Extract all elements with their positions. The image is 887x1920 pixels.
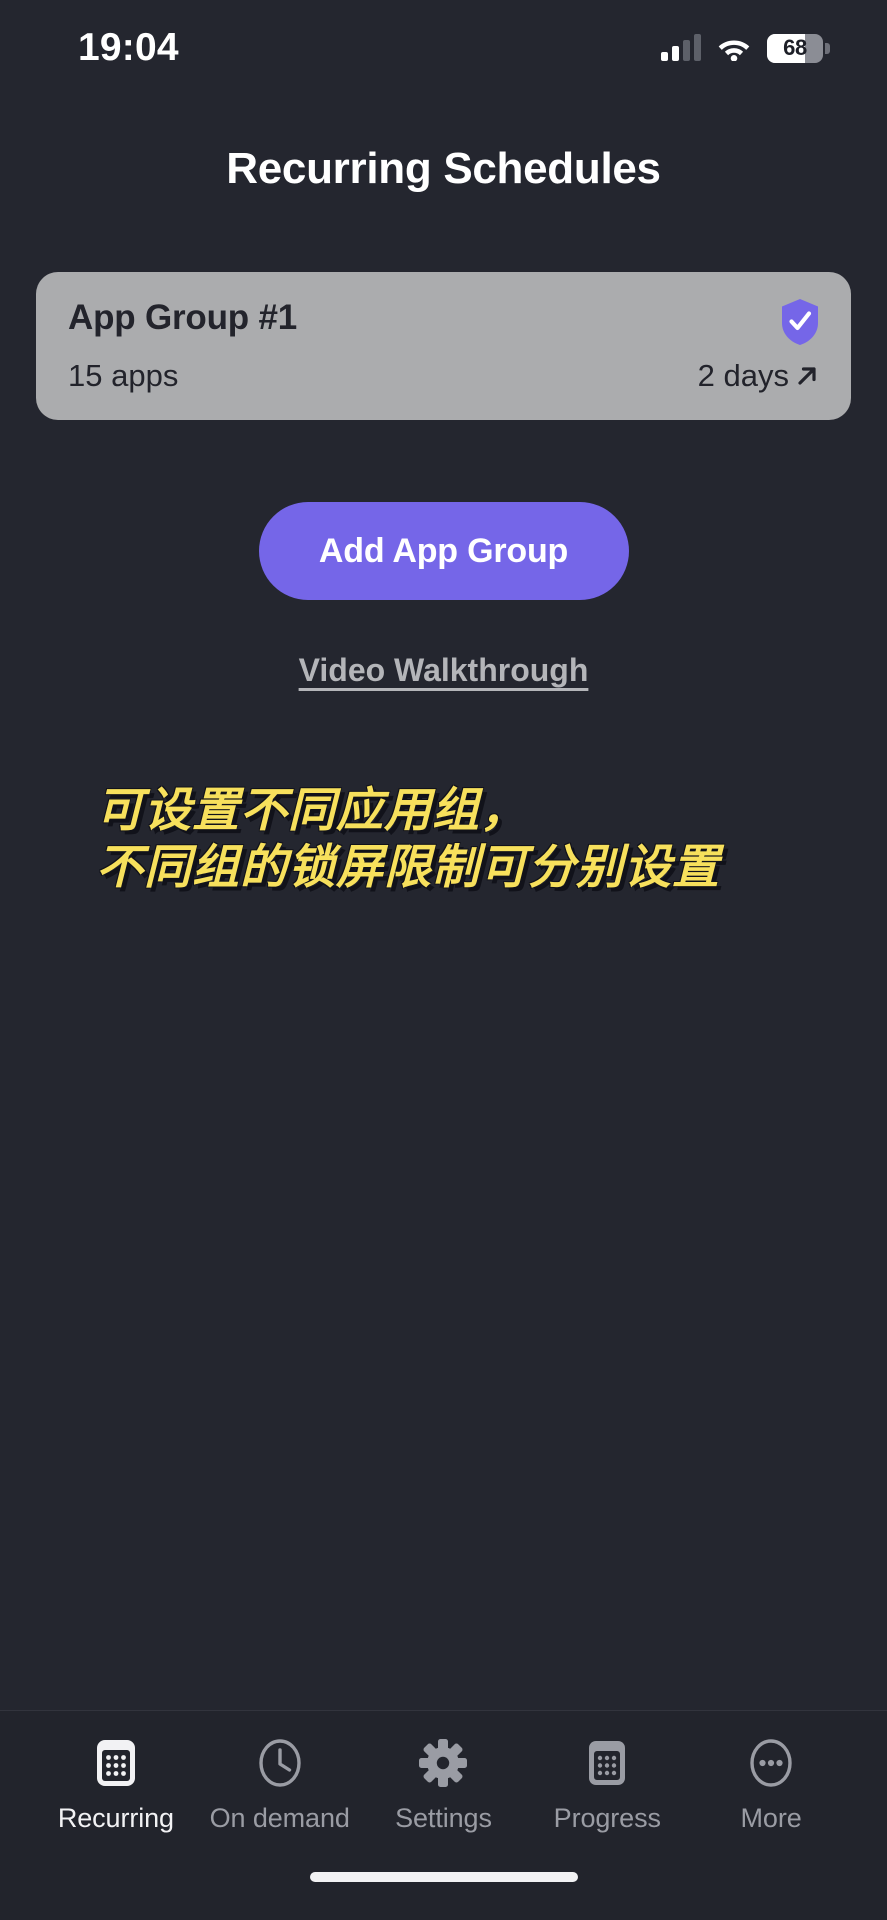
- app-screen: 19:04 68 Recurring Schedules App Group #…: [0, 0, 887, 1920]
- status-bar: 19:04 68: [0, 0, 887, 96]
- app-count-label: 15 apps: [68, 358, 179, 393]
- app-group-name: App Group #1: [68, 298, 297, 337]
- ellipsis-circle-icon: [750, 1739, 792, 1787]
- tab-settings[interactable]: Settings: [362, 1737, 526, 1834]
- tab-label-more: More: [740, 1803, 802, 1833]
- duration-text: 2 days: [697, 358, 789, 393]
- video-walkthrough-link[interactable]: Video Walkthrough: [299, 652, 589, 689]
- tab-label-settings: Settings: [395, 1803, 492, 1833]
- add-app-group-button[interactable]: Add App Group: [258, 502, 629, 600]
- page-title: Recurring Schedules: [226, 144, 661, 193]
- calendar-grid-filled-icon: [96, 1740, 135, 1786]
- tab-progress[interactable]: Progress: [525, 1737, 689, 1834]
- bottom-tab-bar: Recurring On demand Settings Progress Mo…: [0, 1710, 887, 1834]
- tab-on-demand[interactable]: On demand: [198, 1737, 362, 1834]
- duration-label[interactable]: 2 days: [698, 358, 821, 394]
- caption-line-1: 可设置不同应用组，: [96, 783, 528, 836]
- clock-icon: [258, 1739, 301, 1787]
- wifi-icon: [718, 40, 750, 61]
- annotation-caption: 可设置不同应用组， 不同组的锁屏限制可分别设置: [96, 781, 887, 896]
- tab-recurring[interactable]: Recurring: [34, 1737, 198, 1834]
- tab-label-on-demand: On demand: [209, 1803, 350, 1833]
- calendar-grid-icon: [589, 1741, 626, 1785]
- cellular-signal-icon: [661, 34, 701, 61]
- arrow-up-right-icon: [798, 367, 816, 385]
- battery-percent: 68: [783, 35, 807, 60]
- card-meta-row: 15 apps 2 days: [68, 358, 821, 394]
- tab-label-progress: Progress: [553, 1803, 661, 1833]
- home-indicator[interactable]: [309, 1872, 578, 1882]
- caption-line-2: 不同组的锁屏限制可分别设置: [96, 840, 720, 894]
- primary-action-row: Add App Group: [0, 502, 887, 600]
- shield-check-icon: [782, 299, 818, 345]
- battery-icon: 68: [767, 33, 830, 63]
- status-indicators: 68: [661, 33, 830, 63]
- home-indicator-area: [0, 1834, 887, 1920]
- secondary-action-row: Video Walkthrough: [0, 652, 887, 689]
- status-time: 19:04: [78, 26, 179, 69]
- card-header-row: App Group #1: [68, 298, 821, 346]
- tab-more[interactable]: More: [689, 1737, 853, 1834]
- tab-label-recurring: Recurring: [57, 1803, 174, 1833]
- gear-icon: [419, 1739, 468, 1787]
- app-group-card[interactable]: App Group #1 15 apps 2 days: [36, 272, 851, 420]
